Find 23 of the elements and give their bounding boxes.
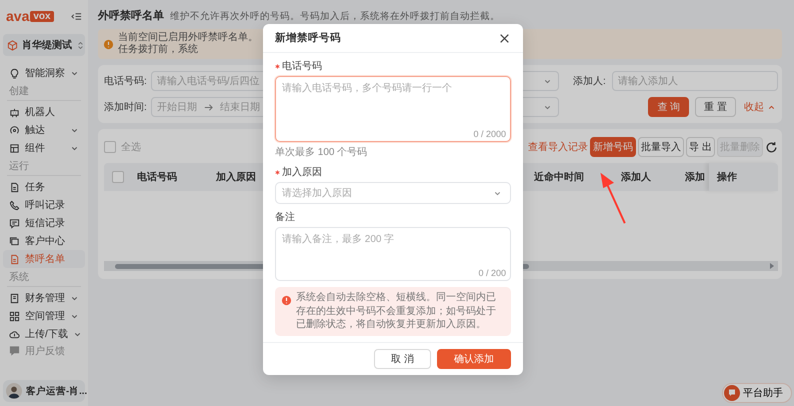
section-label: 创建 (7, 82, 81, 101)
hint-text: 单次最多 100 个号码 (275, 146, 368, 159)
section-label: 系统 (7, 268, 81, 287)
field-label: 添加时间: (104, 100, 147, 114)
notice-text: 系统会自动去除空格、短横线。同一空间内已存在的生效中号码不会重复添加；如号码处于已删除状态，将自动恢复并更新加入原因。 (296, 291, 497, 332)
logo: ava vox (6, 8, 54, 24)
page-description: 维护不允许再次外呼的号码。号码加入后，系统将在外呼拨打前自动拦截。 (170, 10, 500, 23)
column-header: 加入原因 (216, 170, 256, 184)
dialog-title: 新增禁呼号码 (275, 31, 341, 45)
field-label: 电话号码: (104, 74, 147, 88)
column-header: 添加人 (621, 170, 651, 184)
field-label: 备注 (275, 210, 295, 224)
column-header: 电话号码 (137, 170, 177, 184)
column-header: 操作 (717, 170, 737, 184)
section-label: 运行 (7, 157, 81, 176)
column-header: 添加 (685, 170, 705, 184)
field-label: 添加人: (573, 74, 606, 88)
page-title: 外呼禁呼名单 (98, 8, 164, 23)
alert-text: 当前空间已启用外呼禁呼名单。任务拨打前，系统 (118, 32, 259, 56)
field-label: 电话号码 (282, 60, 322, 73)
checkbox-label: 全选 (121, 140, 141, 154)
field-label: 加入原因 (282, 166, 322, 179)
column-header: 近命中时间 (534, 170, 584, 184)
